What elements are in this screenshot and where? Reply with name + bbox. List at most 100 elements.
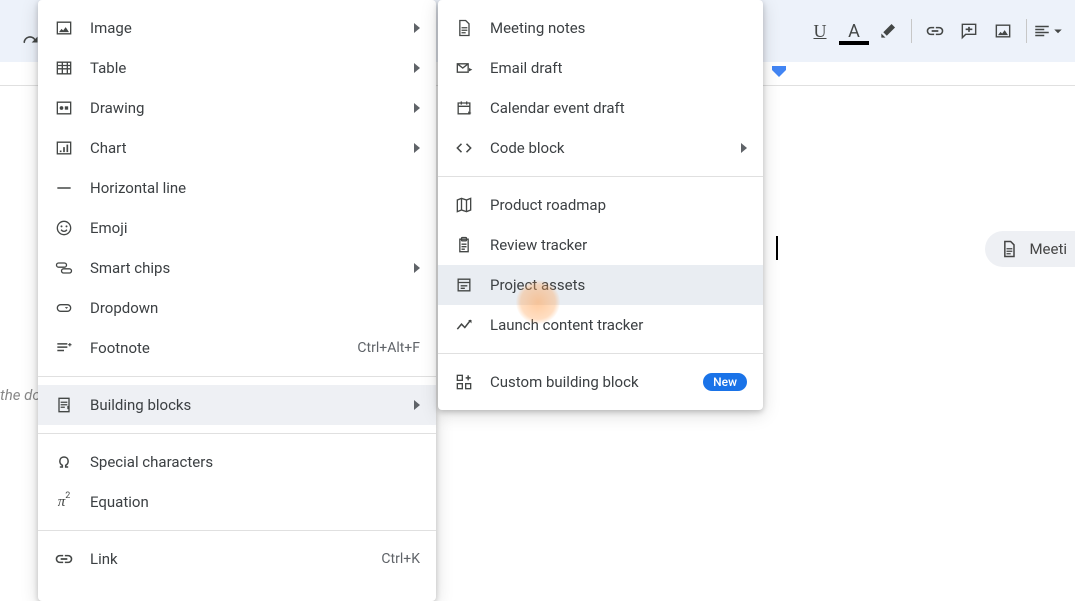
document-icon — [999, 239, 1019, 259]
menu-item-label: Building blocks — [90, 396, 398, 414]
widgets-add-icon — [454, 372, 474, 392]
redo-button[interactable] — [20, 30, 40, 54]
menu-item-label: Calendar event draft — [490, 99, 747, 117]
submenu-item-email-draft[interactable]: Email draft — [438, 48, 763, 88]
text-color-button[interactable]: A — [837, 14, 871, 48]
menu-item-building-blocks[interactable]: Building blocks — [38, 385, 436, 425]
submenu-item-calendar-event[interactable]: Calendar event draft — [438, 88, 763, 128]
chart-icon — [54, 138, 74, 158]
table-icon — [54, 58, 74, 78]
menu-item-label: Link — [90, 550, 365, 568]
footnote-icon — [54, 338, 74, 358]
menu-item-label: Product roadmap — [490, 196, 747, 214]
menu-item-label: Equation — [90, 493, 420, 511]
smart-chips-icon — [54, 258, 74, 278]
omega-icon — [54, 452, 74, 472]
building-blocks-icon — [54, 395, 74, 415]
dropdown-icon — [54, 298, 74, 318]
submenu-arrow-icon — [414, 103, 420, 113]
menu-item-drawing[interactable]: Drawing — [38, 88, 436, 128]
emoji-icon — [54, 218, 74, 238]
comment-plus-icon — [959, 21, 979, 41]
menu-item-link[interactable]: Link Ctrl+K — [38, 539, 436, 579]
submenu-arrow-icon — [741, 143, 747, 153]
highlight-button[interactable] — [871, 14, 905, 48]
submenu-arrow-icon — [414, 23, 420, 33]
submenu-item-project-assets[interactable]: Project assets — [438, 265, 763, 305]
menu-item-label: Emoji — [90, 219, 420, 237]
horizontal-line-icon — [54, 178, 74, 198]
menu-item-label: Special characters — [90, 453, 420, 471]
menu-item-label: Horizontal line — [90, 179, 420, 197]
link-icon — [54, 549, 74, 569]
insert-image-button[interactable] — [986, 14, 1020, 48]
map-icon — [454, 195, 474, 215]
link-icon — [925, 21, 945, 41]
menu-item-table[interactable]: Table — [38, 48, 436, 88]
toolbar-separator — [911, 19, 912, 43]
menu-item-label: Drawing — [90, 99, 398, 117]
menu-item-equation[interactable]: π2 Equation — [38, 482, 436, 522]
submenu-arrow-icon — [414, 263, 420, 273]
clipboard-icon — [454, 235, 474, 255]
menu-item-label: Dropdown — [90, 299, 420, 317]
submenu-item-code-block[interactable]: Code block — [438, 128, 763, 168]
equation-icon: π2 — [54, 492, 74, 512]
menu-item-image[interactable]: Image — [38, 8, 436, 48]
menu-separator — [38, 530, 436, 531]
menu-item-label: Custom building block — [490, 373, 687, 391]
menu-item-label: Code block — [490, 139, 725, 157]
menu-item-label: Smart chips — [90, 259, 398, 277]
submenu-item-custom-building-block[interactable]: Custom building block New — [438, 362, 763, 402]
menu-separator — [438, 353, 763, 354]
code-icon — [454, 138, 474, 158]
toolbar-separator — [1026, 19, 1027, 43]
menu-item-emoji[interactable]: Emoji — [38, 208, 436, 248]
submenu-item-launch-content-tracker[interactable]: Launch content tracker — [438, 305, 763, 345]
menu-item-label: Email draft — [490, 59, 747, 77]
side-chip[interactable]: Meeti — [985, 231, 1075, 267]
menu-item-special-characters[interactable]: Special characters — [38, 442, 436, 482]
menu-item-label: Launch content tracker — [490, 316, 747, 334]
submenu-item-product-roadmap[interactable]: Product roadmap — [438, 185, 763, 225]
tab-stop-marker[interactable] — [772, 66, 786, 80]
project-assets-icon — [454, 275, 474, 295]
menu-item-label: Footnote — [90, 339, 341, 357]
building-blocks-submenu: Meeting notes Email draft Calendar event… — [438, 0, 763, 410]
menu-item-shortcut: Ctrl+Alt+F — [357, 340, 420, 356]
submenu-arrow-icon — [414, 143, 420, 153]
menu-item-shortcut: Ctrl+K — [381, 551, 420, 567]
menu-item-label: Meeting notes — [490, 19, 747, 37]
submenu-item-meeting-notes[interactable]: Meeting notes — [438, 8, 763, 48]
highlighter-icon — [878, 21, 898, 41]
menu-separator — [38, 376, 436, 377]
menu-separator — [438, 176, 763, 177]
new-badge: New — [703, 373, 747, 391]
side-chip-label: Meeti — [1029, 240, 1067, 258]
calendar-draft-icon — [454, 98, 474, 118]
trend-icon — [454, 315, 474, 335]
redo-icon — [20, 30, 40, 50]
add-comment-button[interactable] — [952, 14, 986, 48]
submenu-arrow-icon — [414, 400, 420, 410]
menu-item-dropdown[interactable]: Dropdown — [38, 288, 436, 328]
underline-button[interactable]: U — [803, 14, 837, 48]
document-icon — [454, 18, 474, 38]
insert-link-button[interactable] — [918, 14, 952, 48]
menu-item-footnote[interactable]: Footnote Ctrl+Alt+F — [38, 328, 436, 368]
image-icon — [993, 21, 1013, 41]
menu-item-label: Review tracker — [490, 236, 747, 254]
text-cursor — [776, 236, 778, 260]
menu-separator — [38, 433, 436, 434]
drawing-icon — [54, 98, 74, 118]
submenu-item-review-tracker[interactable]: Review tracker — [438, 225, 763, 265]
menu-item-label: Image — [90, 19, 398, 37]
menu-item-label: Table — [90, 59, 398, 77]
align-dropdown[interactable] — [1033, 14, 1067, 48]
menu-item-smart-chips[interactable]: Smart chips — [38, 248, 436, 288]
doc-hint-text: the do — [0, 386, 41, 404]
menu-item-horizontal-line[interactable]: Horizontal line — [38, 168, 436, 208]
insert-menu: Image Table Drawing Chart Horizontal lin… — [38, 0, 436, 601]
menu-item-chart[interactable]: Chart — [38, 128, 436, 168]
menu-item-label: Chart — [90, 139, 398, 157]
